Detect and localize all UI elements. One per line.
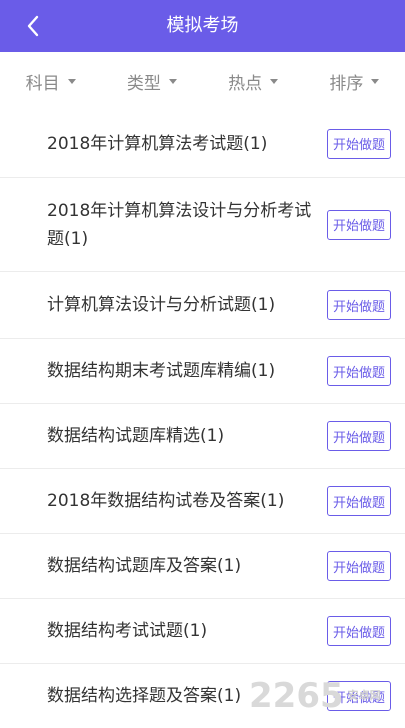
start-exam-button[interactable]: 开始做题 — [327, 356, 391, 386]
start-exam-button[interactable]: 开始做题 — [327, 421, 391, 451]
filter-type[interactable]: 类型 — [101, 52, 202, 110]
list-item[interactable]: 2018年计算机算法考试题(1) 开始做题 — [0, 110, 405, 178]
caret-down-icon — [67, 78, 76, 84]
watermark-text: 2265 — [249, 676, 344, 716]
filter-sort[interactable]: 排序 — [304, 52, 405, 110]
filter-label: 科目 — [25, 73, 60, 94]
list-item[interactable]: 2018年计算机算法设计与分析考试题(1) 开始做题 — [0, 178, 405, 272]
start-exam-button[interactable]: 开始做题 — [327, 486, 391, 516]
start-exam-button[interactable]: 开始做题 — [327, 551, 391, 581]
list-item[interactable]: 2018年数据结构试卷及答案(1) 开始做题 — [0, 469, 405, 534]
exam-title: 数据结构试题库及答案(1) — [47, 556, 242, 576]
filter-label: 排序 — [329, 73, 364, 94]
list-item[interactable]: 数据结构试题库及答案(1) 开始做题 — [0, 534, 405, 599]
list-item[interactable]: 数据结构期末考试题库精编(1) 开始做题 — [0, 339, 405, 404]
start-exam-button[interactable]: 开始做题 — [327, 616, 391, 646]
start-exam-button[interactable]: 开始做题 — [327, 128, 391, 159]
list-item[interactable]: 数据结构试题库精选(1) 开始做题 — [0, 404, 405, 469]
filter-label: 热点 — [228, 73, 263, 94]
watermark-subtext: 安卓网 — [347, 689, 381, 702]
filter-label: 类型 — [126, 73, 161, 94]
exam-title: 计算机算法设计与分析试题(1) — [47, 295, 276, 315]
watermark-logo: 2265 安卓网 — [249, 676, 399, 716]
filter-hot[interactable]: 热点 — [203, 52, 304, 110]
list-item[interactable]: 计算机算法设计与分析试题(1) 开始做题 — [0, 272, 405, 339]
exam-title: 2018年数据结构试卷及答案(1) — [47, 491, 285, 511]
exam-title: 数据结构考试试题(1) — [47, 621, 208, 641]
exam-list: 2018年计算机算法考试题(1) 开始做题 2018年计算机算法设计与分析考试题… — [0, 110, 405, 728]
exam-title: 数据结构试题库精选(1) — [47, 426, 225, 446]
exam-title: 数据结构期末考试题库精编(1) — [47, 361, 276, 381]
start-exam-button[interactable]: 开始做题 — [327, 290, 391, 320]
list-item[interactable]: 数据结构考试试题(1) 开始做题 — [0, 599, 405, 664]
caret-down-icon — [270, 78, 279, 84]
start-exam-button[interactable]: 开始做题 — [327, 209, 391, 240]
exam-title: 2018年计算机算法设计与分析考试题(1) — [47, 200, 312, 249]
caret-down-icon — [371, 78, 380, 84]
caret-down-icon — [168, 78, 177, 84]
exam-title: 2018年计算机算法考试题(1) — [47, 133, 268, 154]
top-bar: 模拟考场 — [0, 0, 405, 52]
filter-bar: 科目 类型 热点 排序 — [0, 52, 405, 110]
filter-subject[interactable]: 科目 — [0, 52, 101, 110]
page-title: 模拟考场 — [166, 15, 239, 36]
